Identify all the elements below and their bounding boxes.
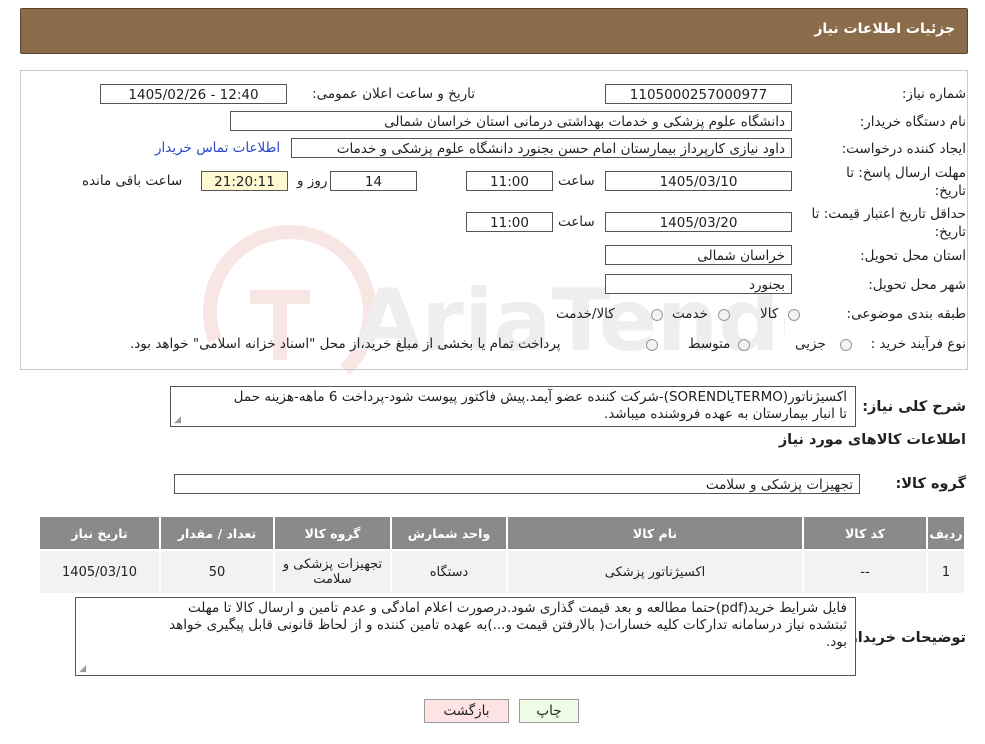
- cell-date: 1405/03/10: [38, 549, 161, 595]
- description-label: شرح کلی نیاز:: [862, 399, 966, 415]
- category-radio-goods[interactable]: [788, 309, 800, 321]
- goods-group-label: گروه کالا:: [895, 476, 966, 492]
- col-group: گروه کالا: [273, 515, 392, 551]
- city-label: شهر محل تحویل:: [868, 277, 966, 293]
- col-row: ردیف: [926, 515, 966, 551]
- announce-date-field: 1405/02/26 - 12:40: [100, 84, 287, 104]
- description-textarea[interactable]: اکسیژناتور(TERMOیاSOREND)-شرکت کننده عضو…: [170, 386, 856, 427]
- process-radio-minor[interactable]: [840, 339, 852, 351]
- deadline-label: مهلت ارسال پاسخ: تا: [846, 165, 966, 181]
- description-line-2: تا انبار بیمارستان به عهده فروشنده میباش…: [603, 406, 847, 422]
- table-row[interactable]: 1 -- اکسیژناتور پزشکی دستگاه تجهیزات پزش…: [38, 549, 966, 595]
- cell-group: تجهیزات پزشکی و سلامت: [273, 549, 392, 595]
- col-unit: واحد شمارش: [390, 515, 508, 551]
- validity-date-field: 1405/03/20: [605, 212, 792, 232]
- deadline-time-field: 11:00: [466, 171, 553, 191]
- table-header-row: ردیف کد کالا نام کالا واحد شمارش گروه کا…: [38, 515, 966, 551]
- remaining-label: ساعت باقی مانده: [82, 173, 183, 189]
- need-number-label: شماره نیاز:: [901, 86, 966, 102]
- city-field: بجنورد: [605, 274, 792, 294]
- resize-grip-icon[interactable]: ◢: [78, 665, 86, 674]
- page-title: جزئیات اطلاعات نیاز: [814, 21, 955, 37]
- buyer-notes-label: توضیحات خریدار:: [843, 630, 966, 646]
- cell-unit: دستگاه: [390, 549, 508, 595]
- process-note: پرداخت تمام یا بخشی از مبلغ خرید،از محل …: [130, 336, 561, 352]
- cell-name: اکسیژناتور پزشکی: [506, 549, 804, 595]
- process-option-minor: جزیی: [795, 336, 826, 352]
- category-option-goods-service: کالا/خدمت: [556, 306, 615, 322]
- deadline-label-date: تاریخ:: [934, 183, 966, 199]
- col-quantity: تعداد / مقدار: [159, 515, 275, 551]
- category-option-service: خدمت: [672, 306, 708, 322]
- description-line-1: اکسیژناتور(TERMOیاSOREND)-شرکت کننده عضو…: [233, 389, 847, 405]
- cell-code: --: [802, 549, 928, 595]
- announce-date-label: تاریخ و ساعت اعلان عمومی:: [312, 86, 475, 102]
- province-field: خراسان شمالی: [605, 245, 792, 265]
- validity-label-date: تاریخ:: [934, 224, 966, 240]
- days-label: روز و: [297, 173, 328, 189]
- deadline-time-label: ساعت: [558, 173, 595, 189]
- process-radio-medium[interactable]: [738, 339, 750, 351]
- process-option-medium: متوسط: [688, 336, 731, 352]
- buyer-contact-link[interactable]: اطلاعات تماس خریدار: [155, 140, 280, 156]
- category-radio-goods-service[interactable]: [651, 309, 663, 321]
- col-date: تاریخ نیاز: [38, 515, 161, 551]
- category-radio-service[interactable]: [718, 309, 730, 321]
- goods-section-title: اطلاعات کالاهای مورد نیاز: [778, 432, 966, 448]
- validity-time-field: 11:00: [466, 212, 553, 232]
- col-code: کد کالا: [802, 515, 928, 551]
- buyer-notes-textarea[interactable]: فایل شرایط خرید(pdf)حتما مطالعه و بعد قی…: [75, 597, 856, 676]
- buyer-org-field: دانشگاه علوم پزشکی و خدمات بهداشتی درمان…: [230, 111, 792, 131]
- validity-label: حداقل تاریخ اعتبار قیمت: تا: [811, 206, 966, 222]
- buyer-notes-line-2: ثبتشده نیاز درسامانه تدارکات کلیه خسارات…: [169, 617, 847, 633]
- category-label: طبقه بندی موضوعی:: [846, 306, 966, 322]
- validity-time-label: ساعت: [558, 214, 595, 230]
- page-header: جزئیات اطلاعات نیاز: [20, 8, 968, 54]
- need-number-field: 1105000257000977: [605, 84, 792, 104]
- cell-quantity: 50: [159, 549, 275, 595]
- deadline-date-field: 1405/03/10: [605, 171, 792, 191]
- goods-group-field: تجهیزات پزشکی و سلامت: [174, 474, 860, 494]
- creator-label: ایجاد کننده درخواست:: [841, 141, 966, 157]
- items-table: ردیف کد کالا نام کالا واحد شمارش گروه کا…: [38, 515, 966, 595]
- print-button[interactable]: چاپ: [519, 699, 579, 723]
- cell-row: 1: [926, 549, 966, 595]
- buyer-notes-line-1: فایل شرایط خرید(pdf)حتما مطالعه و بعد قی…: [188, 600, 847, 616]
- category-option-goods: کالا: [760, 306, 779, 322]
- back-button[interactable]: بازگشت: [424, 699, 509, 723]
- resize-grip-icon[interactable]: ◢: [173, 416, 181, 425]
- buyer-notes-line-3: بود.: [825, 634, 847, 650]
- col-name: نام کالا: [506, 515, 804, 551]
- creator-field: داود نیازی کارپرداز بیمارستان امام حسن ب…: [291, 138, 792, 158]
- days-field: 14: [330, 171, 417, 191]
- buyer-org-label: نام دستگاه خریدار:: [859, 114, 966, 130]
- remaining-time-field: 21:20:11: [201, 171, 288, 191]
- province-label: استان محل تحویل:: [860, 248, 966, 264]
- process-label: نوع فرآیند خرید :: [870, 336, 966, 352]
- treasury-checkbox[interactable]: [646, 339, 658, 351]
